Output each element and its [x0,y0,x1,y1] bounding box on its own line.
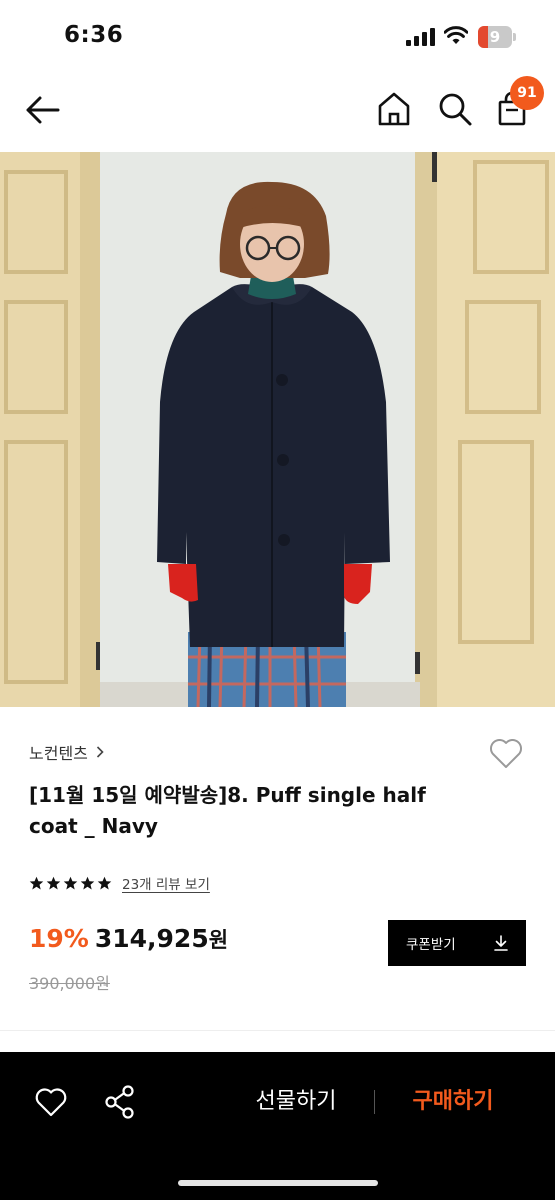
rating-stars [29,876,112,891]
gift-button[interactable]: 선물하기 [236,1084,356,1120]
battery-level: 9 [489,28,501,46]
discount-rate: 19% [29,924,89,953]
share-icon[interactable] [104,1084,136,1120]
home-icon[interactable] [376,90,412,128]
product-photo[interactable] [0,152,555,707]
rating-row: 23개 리뷰 보기 [29,872,210,894]
sale-price: 314,925 [94,924,209,953]
button-separator [374,1090,375,1114]
brand-link[interactable]: 노컨텐츠 [29,740,104,764]
review-link[interactable]: 23개 리뷰 보기 [122,873,210,893]
status-time: 6:36 [64,22,124,48]
buy-button[interactable]: 구매하기 [392,1084,514,1120]
home-indicator [178,1180,378,1186]
chevron-right-icon [96,746,104,758]
back-arrow-icon[interactable] [22,92,62,128]
signal-icon [406,28,435,46]
top-navigation: 91 [0,72,555,152]
star-icon [80,876,95,889]
cart-count-badge: 91 [510,76,544,110]
wifi-icon [444,26,468,44]
section-divider [0,1030,555,1031]
search-icon[interactable] [436,90,474,128]
product-title: [11월 15일 예약발송]8. Puff single half coat _… [29,783,426,838]
wishlist-heart-icon[interactable] [488,736,524,770]
star-icon [63,876,78,889]
star-icon [29,876,44,889]
download-icon [494,935,508,951]
battery-icon: 9 [478,26,516,48]
bottom-action-bar: 선물하기 구매하기 [0,1052,555,1200]
heart-icon[interactable] [34,1086,68,1118]
brand-name: 노컨텐츠 [29,744,88,763]
currency-unit: 원 [208,928,229,952]
price-row: 19% 314,925 원 [29,924,228,964]
coupon-download-button[interactable]: 쿠폰받기 [388,920,526,966]
status-bar: 6:36 9 [0,0,555,72]
star-icon [97,876,112,889]
coupon-label: 쿠폰받기 [406,937,456,952]
star-icon [46,876,61,889]
original-price: 390,000원 [29,974,110,993]
